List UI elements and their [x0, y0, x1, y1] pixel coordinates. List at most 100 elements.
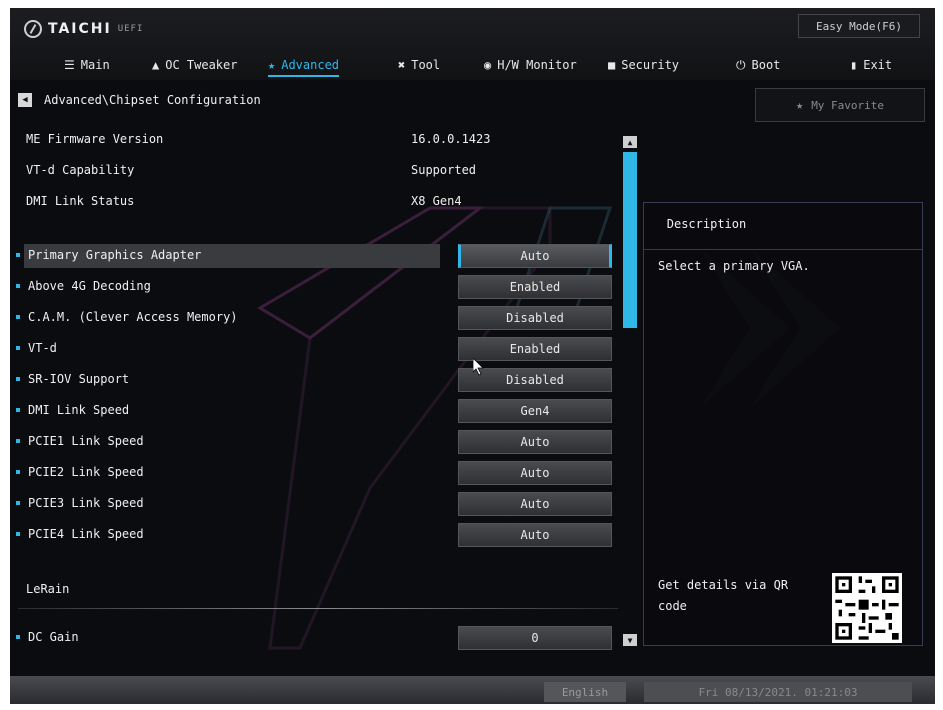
setting-row-pcie4-link-speed[interactable]: PCIE4 Link Speed Auto — [16, 523, 616, 547]
brand-sub: UEFI — [117, 24, 144, 34]
tab-main-label: Main — [80, 58, 110, 72]
shield-icon: ■ — [608, 58, 616, 72]
description-title: Description — [666, 217, 747, 231]
setting-row-pcie3-link-speed[interactable]: PCIE3 Link Speed Auto — [16, 492, 616, 516]
tab-boot[interactable]: ⏻ Boot — [736, 54, 780, 76]
tools-icon: ✖ — [398, 58, 406, 72]
row-bullet — [16, 253, 20, 257]
row-bullet — [16, 377, 20, 381]
breadcrumb-path: Advanced\Chipset Configuration — [44, 93, 261, 107]
tab-tool-label: Tool — [411, 58, 441, 72]
row-bullet — [16, 439, 20, 443]
setting-label: PCIE4 Link Speed — [28, 527, 144, 541]
back-button[interactable]: ◀ — [18, 93, 32, 107]
row-bullet — [16, 635, 20, 639]
bios-screen: TAICHI UEFI Easy Mode(F6) ☰ Main ▲ OC Tw… — [10, 8, 935, 704]
tab-security-label: Security — [621, 58, 680, 72]
setting-label: VT-d — [28, 341, 57, 355]
info-label: DMI Link Status — [26, 194, 135, 208]
row-bullet — [16, 408, 20, 412]
my-favorite-label: My Favorite — [811, 98, 885, 112]
bottom-bar: English Fri 08/13/2021. 01:21:03 — [10, 676, 935, 704]
taichi-logo: TAICHI UEFI — [24, 20, 143, 38]
setting-row-pcie2-link-speed[interactable]: PCIE2 Link Speed Auto — [16, 461, 616, 485]
tab-oc-tweaker-label: OC Tweaker — [165, 58, 238, 72]
row-bullet — [16, 315, 20, 319]
setting-label: DMI Link Speed — [28, 403, 130, 417]
scroll-up-arrow-icon[interactable]: ▲ — [623, 136, 637, 148]
setting-row-dc-gain[interactable]: DC Gain 0 — [16, 626, 616, 650]
info-value: 16.0.0.1423 — [411, 132, 491, 146]
info-row-me-firmware: ME Firmware Version 16.0.0.1423 — [26, 130, 626, 150]
setting-value-button[interactable]: Enabled — [458, 275, 612, 299]
setting-label: Above 4G Decoding — [28, 279, 151, 293]
qr-caption: Get details via QR code — [658, 578, 789, 613]
setting-row-primary-graphics-adapter[interactable]: Primary Graphics Adapter Auto — [16, 244, 616, 268]
setting-row-pcie1-link-speed[interactable]: PCIE1 Link Speed Auto — [16, 430, 616, 454]
brand-name: TAICHI — [48, 21, 112, 37]
setting-label: SR-IOV Support — [28, 372, 130, 386]
setting-value-button[interactable]: Gen4 — [458, 399, 612, 423]
monitor-icon: ◉ — [484, 58, 492, 72]
tab-hw-monitor[interactable]: ◉ H/W Monitor — [484, 54, 577, 76]
tab-tool[interactable]: ✖ Tool — [398, 54, 440, 76]
setting-value-button[interactable]: Auto — [458, 430, 612, 454]
tab-exit-label: Exit — [863, 58, 893, 72]
my-favorite-button[interactable]: ★ My Favorite — [755, 88, 925, 122]
row-bullet — [16, 346, 20, 350]
taichi-logo-icon — [24, 20, 42, 38]
list-icon: ☰ — [64, 58, 75, 72]
power-icon: ⏻ — [736, 57, 746, 72]
setting-row-cam[interactable]: C.A.M. (Clever Access Memory) Disabled — [16, 306, 616, 330]
rocket-icon: ▲ — [152, 58, 160, 72]
mouse-cursor-icon — [473, 358, 484, 376]
setting-row-sr-iov-support[interactable]: SR-IOV Support Disabled — [16, 368, 616, 392]
tab-advanced[interactable]: ★ Advanced — [268, 54, 340, 77]
setting-label: PCIE2 Link Speed — [28, 465, 144, 479]
setting-label: PCIE1 Link Speed — [28, 434, 144, 448]
setting-value-button[interactable]: Auto — [458, 523, 612, 547]
scroll-down-arrow-icon[interactable]: ▼ — [623, 634, 637, 646]
scrollbar-thumb[interactable] — [623, 152, 637, 328]
tab-security[interactable]: ■ Security — [608, 54, 679, 76]
setting-label: Primary Graphics Adapter — [28, 248, 202, 262]
easy-mode-button[interactable]: Easy Mode(F6) — [798, 14, 920, 38]
setting-value-button[interactable]: Disabled — [458, 306, 612, 330]
tab-main[interactable]: ☰ Main — [64, 54, 110, 76]
setting-label: PCIE3 Link Speed — [28, 496, 144, 510]
description-panel: Description Select a primary VGA. Get de… — [643, 202, 923, 646]
scrollbar[interactable]: ▲ ▼ — [623, 136, 637, 646]
tab-exit[interactable]: ▮ Exit — [850, 54, 892, 76]
qr-code-icon — [832, 573, 902, 643]
door-icon: ▮ — [850, 58, 858, 72]
setting-row-above-4g-decoding[interactable]: Above 4G Decoding Enabled — [16, 275, 616, 299]
setting-row-dmi-link-speed[interactable]: DMI Link Speed Gen4 — [16, 399, 616, 423]
tab-advanced-label: Advanced — [281, 58, 340, 72]
info-row-vtd-capability: VT-d Capability Supported — [26, 161, 626, 181]
main-menu: ☰ Main ▲ OC Tweaker ★ Advanced ✖ Tool ◉ … — [10, 54, 935, 77]
top-bar: TAICHI UEFI Easy Mode(F6) ☰ Main ▲ OC Tw… — [10, 8, 935, 80]
favorite-star-icon: ★ — [795, 98, 804, 112]
info-value: X8 Gen4 — [411, 194, 462, 208]
setting-value-button[interactable]: 0 — [458, 626, 612, 650]
row-bullet — [16, 284, 20, 288]
row-bullet — [16, 470, 20, 474]
tab-boot-label: Boot — [751, 58, 781, 72]
setting-value-button[interactable]: Auto — [458, 244, 612, 268]
description-divider — [644, 249, 922, 250]
info-label: ME Firmware Version — [26, 132, 164, 146]
tab-oc-tweaker[interactable]: ▲ OC Tweaker — [152, 54, 237, 76]
section-divider — [18, 608, 618, 609]
language-button[interactable]: English — [544, 682, 626, 702]
description-text: Select a primary VGA. — [658, 259, 810, 273]
setting-row-vt-d[interactable]: VT-d Enabled — [16, 337, 616, 361]
star-icon: ★ — [268, 58, 276, 72]
row-bullet — [16, 501, 20, 505]
info-value: Supported — [411, 163, 477, 177]
setting-label: DC Gain — [28, 630, 79, 644]
setting-value-button[interactable]: Auto — [458, 461, 612, 485]
section-label-lerain: LeRain — [26, 582, 70, 596]
setting-value-button[interactable]: Auto — [458, 492, 612, 516]
info-label: VT-d Capability — [26, 163, 135, 177]
row-bullet — [16, 532, 20, 536]
